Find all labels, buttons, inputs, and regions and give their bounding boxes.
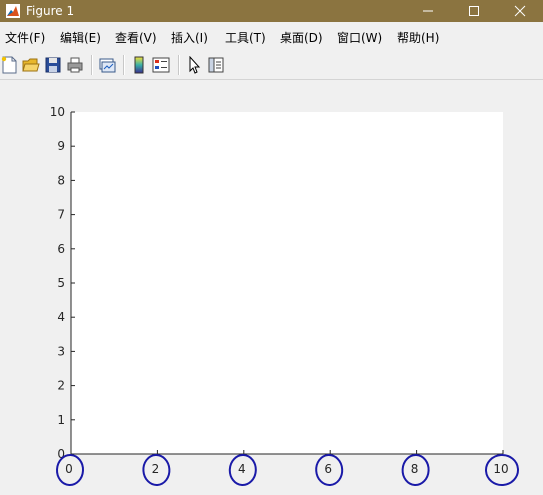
y-tick-label: 7 bbox=[57, 208, 65, 222]
open-file-button[interactable] bbox=[22, 56, 40, 74]
property-inspector-icon bbox=[208, 57, 224, 73]
y-tick-label: 5 bbox=[57, 276, 65, 290]
toolbar-separator bbox=[178, 55, 180, 75]
window-title: Figure 1 bbox=[26, 4, 75, 18]
title-bar: Figure 1 bbox=[0, 0, 543, 22]
x-tick-label: 8 bbox=[411, 462, 419, 476]
menu-help[interactable]: 帮助(H) bbox=[397, 31, 439, 45]
y-tick-label: 4 bbox=[57, 310, 65, 324]
y-tick-label: 1 bbox=[57, 413, 65, 427]
menu-view[interactable]: 查看(V) bbox=[115, 31, 157, 45]
figure-canvas[interactable]: 0 1 2 3 4 5 6 7 8 9 10 0 2 4 6 8 10 bbox=[0, 80, 543, 495]
menu-bar: 文件(F) 编辑(E) 查看(V) 插入(I) 工具(T) 桌面(D) 窗口(W… bbox=[0, 27, 543, 49]
x-tick-label: 2 bbox=[152, 462, 160, 476]
matlab-logo-icon bbox=[6, 4, 20, 18]
link-plot-icon bbox=[99, 58, 116, 73]
insert-colorbar-button[interactable] bbox=[130, 56, 148, 74]
x-tick-label: 0 bbox=[65, 462, 73, 476]
menu-desktop[interactable]: 桌面(D) bbox=[280, 31, 323, 45]
insert-colorbar-icon bbox=[134, 56, 144, 74]
edit-plot-arrow-icon bbox=[189, 55, 201, 74]
y-tick-label: 8 bbox=[57, 173, 65, 187]
new-figure-button[interactable] bbox=[0, 56, 18, 74]
link-plot-button[interactable] bbox=[98, 56, 116, 74]
y-tick-label: 3 bbox=[57, 344, 65, 358]
save-button[interactable] bbox=[44, 56, 62, 74]
menu-window[interactable]: 窗口(W) bbox=[337, 31, 382, 45]
menu-file[interactable]: 文件(F) bbox=[5, 31, 45, 45]
minimize-icon bbox=[423, 10, 433, 12]
x-tick-label: 10 bbox=[493, 462, 508, 476]
new-figure-icon bbox=[1, 56, 17, 74]
open-file-icon bbox=[22, 58, 40, 72]
menu-insert[interactable]: 插入(I) bbox=[171, 31, 208, 45]
print-icon bbox=[67, 57, 83, 73]
property-inspector-button[interactable] bbox=[207, 56, 225, 74]
maximize-icon bbox=[469, 6, 479, 16]
y-tick-label: 2 bbox=[57, 379, 65, 393]
close-button[interactable] bbox=[497, 0, 543, 22]
x-tick-label: 6 bbox=[324, 462, 332, 476]
insert-legend-button[interactable] bbox=[152, 56, 170, 74]
insert-legend-icon bbox=[152, 57, 170, 73]
plot-area[interactable] bbox=[71, 112, 503, 454]
maximize-button[interactable] bbox=[451, 0, 497, 22]
y-tick-label: 9 bbox=[57, 139, 65, 153]
minimize-button[interactable] bbox=[405, 0, 451, 22]
print-button[interactable] bbox=[66, 56, 84, 74]
y-tick-label: 6 bbox=[57, 242, 65, 256]
axes[interactable]: 0123456789100 2 4 6 8 10 bbox=[0, 80, 543, 495]
toolbar-separator bbox=[91, 55, 93, 75]
save-icon bbox=[45, 57, 61, 73]
toolbar-separator bbox=[123, 55, 125, 75]
menu-edit[interactable]: 编辑(E) bbox=[60, 31, 101, 45]
x-tick-label: 4 bbox=[238, 462, 246, 476]
y-tick-label: 10 bbox=[50, 105, 65, 119]
menu-tools[interactable]: 工具(T) bbox=[225, 31, 266, 45]
edit-plot-button[interactable] bbox=[185, 55, 203, 74]
close-icon bbox=[514, 5, 526, 17]
